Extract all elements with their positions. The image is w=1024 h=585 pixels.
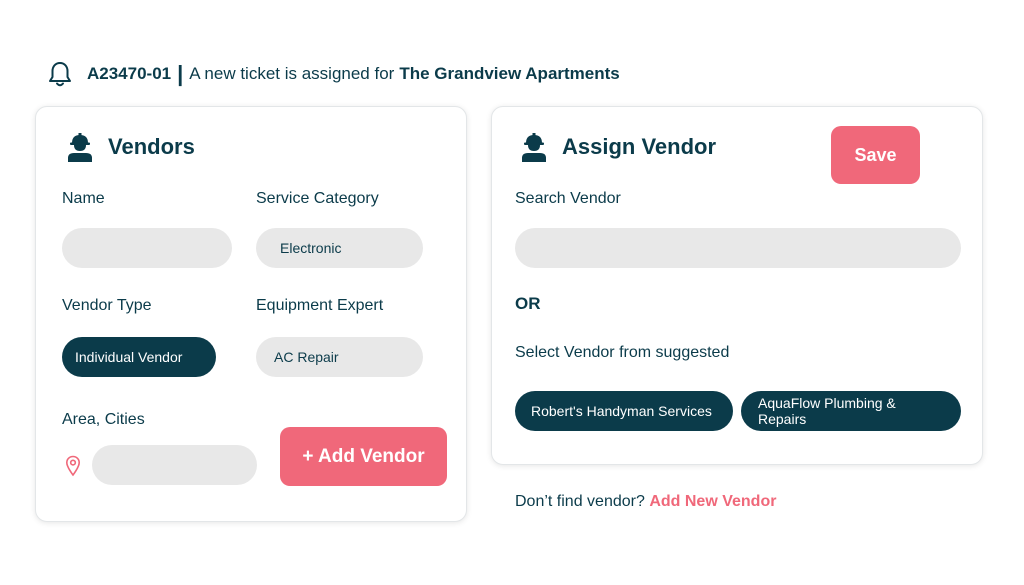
name-input[interactable] — [62, 228, 232, 268]
ticket-message: A new ticket is assigned for — [189, 64, 395, 83]
ticket-id: A23470-01 — [87, 64, 172, 83]
service-category-select[interactable]: Electronic — [256, 228, 423, 268]
assign-vendor-card-title: Assign Vendor — [520, 132, 716, 162]
vendors-title-text: Vendors — [108, 134, 195, 159]
add-vendor-button[interactable]: + Add Vendor — [280, 427, 447, 486]
equipment-expert-select[interactable]: AC Repair — [256, 337, 423, 377]
vendor-type-label: Vendor Type — [62, 297, 152, 314]
vendor-type-select[interactable]: Individual Vendor — [62, 337, 216, 377]
area-cities-label: Area, Cities — [62, 411, 145, 428]
vendors-card: Vendors Name Service Category Electronic… — [35, 106, 467, 522]
bell-icon — [49, 62, 71, 87]
add-new-vendor-prompt: Don’t find vendor? Add New Vendor — [515, 493, 776, 511]
assign-vendor-card: Assign Vendor Save Search Vendor OR Sele… — [491, 106, 983, 465]
ticket-notification: A23470-01 | A new ticket is assigned for… — [47, 60, 620, 88]
header-separator: | — [177, 61, 184, 86]
location-pin-icon — [65, 455, 81, 477]
search-vendor-input[interactable] — [515, 228, 961, 268]
save-button[interactable]: Save — [831, 126, 920, 184]
suggested-label: Select Vendor from suggested — [515, 344, 730, 361]
suggested-vendor-chip[interactable]: Robert's Handyman Services — [515, 391, 733, 431]
suggested-vendor-chip[interactable]: AquaFlow Plumbing & Repairs — [741, 391, 961, 431]
add-new-vendor-link[interactable]: Add New Vendor — [649, 493, 776, 510]
name-label: Name — [62, 190, 105, 207]
property-name: The Grandview Apartments — [399, 64, 620, 83]
area-cities-input[interactable] — [92, 445, 257, 485]
vendors-card-title: Vendors — [66, 132, 195, 162]
service-category-label: Service Category — [256, 190, 379, 207]
worker-icon — [522, 133, 546, 162]
worker-icon — [68, 133, 92, 162]
assign-vendor-title-text: Assign Vendor — [562, 134, 717, 159]
search-vendor-label: Search Vendor — [515, 190, 621, 207]
footer-text: Don’t find vendor? — [515, 493, 645, 510]
equipment-expert-label: Equipment Expert — [256, 297, 384, 314]
or-divider-text: OR — [515, 294, 541, 313]
page: A23470-01 | A new ticket is assigned for… — [0, 0, 1024, 585]
